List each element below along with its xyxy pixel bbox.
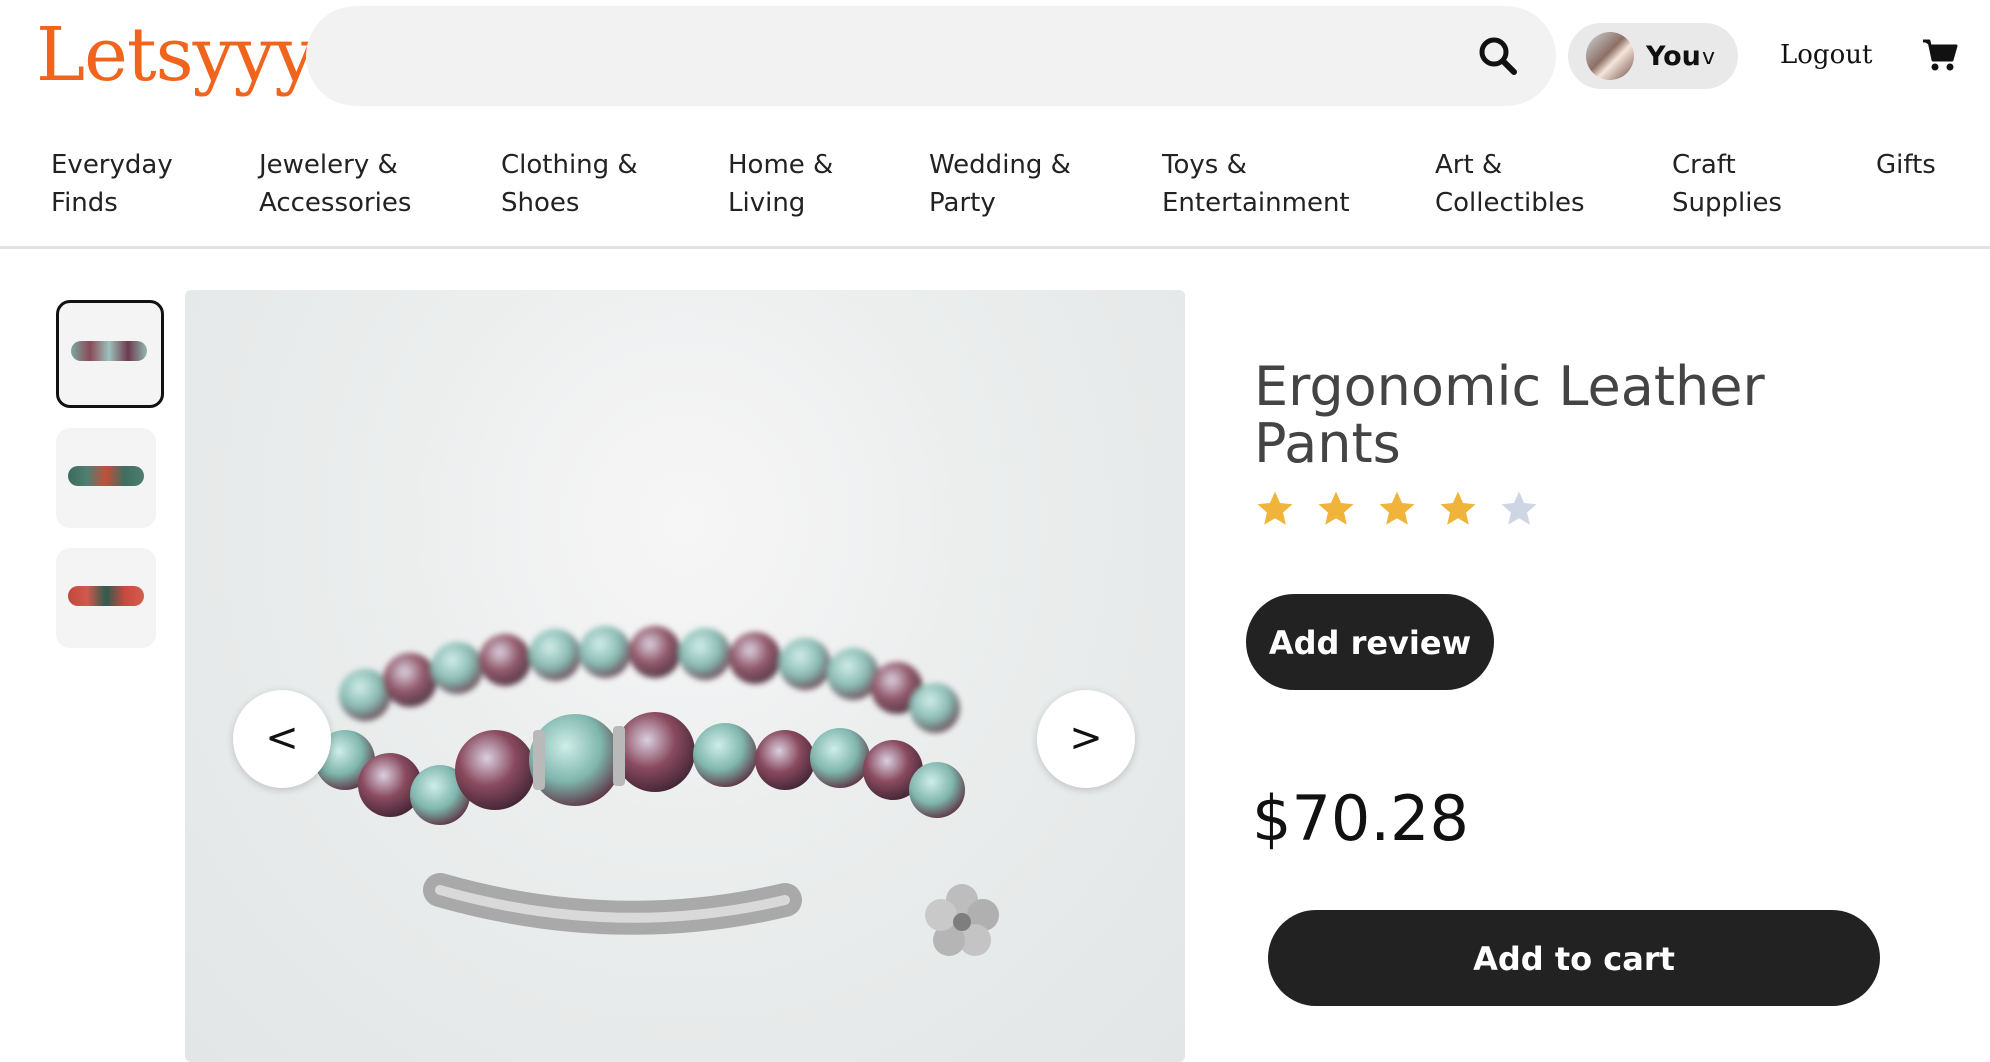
star-filled-icon <box>1257 491 1293 525</box>
bracelet-image <box>315 626 999 956</box>
search-bar <box>306 6 1556 106</box>
product-image: < > <box>185 290 1185 1062</box>
star-empty-icon <box>1501 491 1537 525</box>
user-menu-button[interactable]: You v <box>1568 23 1738 89</box>
add-review-button[interactable]: Add review <box>1246 594 1494 690</box>
next-image-button[interactable]: > <box>1037 690 1135 788</box>
thumbnail-1[interactable] <box>56 300 164 408</box>
category-toys-entertainment[interactable]: Toys & Entertainment <box>1162 146 1350 222</box>
category-everyday-finds[interactable]: Everyday Finds <box>51 146 173 222</box>
category-nav: Everyday Finds Jewelery & Accessories Cl… <box>0 140 1990 249</box>
category-clothing-shoes[interactable]: Clothing & Shoes <box>501 146 638 222</box>
cart-icon <box>1923 39 1958 71</box>
add-to-cart-button[interactable]: Add to cart <box>1268 910 1880 1006</box>
star-filled-icon <box>1440 491 1476 525</box>
user-label: You <box>1646 41 1701 72</box>
thumbnail-2[interactable] <box>56 428 156 528</box>
search-icon <box>1479 37 1517 75</box>
search-input[interactable] <box>346 34 1430 80</box>
avatar <box>1586 32 1634 80</box>
star-filled-icon <box>1379 491 1415 525</box>
logo[interactable]: Letsyyy <box>36 18 316 92</box>
search-button[interactable] <box>1476 34 1520 78</box>
chevron-down-icon: v <box>1702 45 1716 70</box>
thumbnail-3[interactable] <box>56 548 156 648</box>
category-craft-supplies[interactable]: Craft Supplies <box>1672 146 1782 222</box>
star-filled-icon <box>1318 491 1354 525</box>
category-gifts[interactable]: Gifts <box>1876 146 1936 184</box>
category-home-living[interactable]: Home & Living <box>728 146 833 222</box>
category-wedding-party[interactable]: Wedding & Party <box>929 146 1071 222</box>
category-jewelery-accessories[interactable]: Jewelery & Accessories <box>259 146 411 222</box>
category-art-collectibles[interactable]: Art & Collectibles <box>1435 146 1585 222</box>
product-title: Ergonomic Leather Pants <box>1254 355 1765 475</box>
product-price: $70.28 <box>1252 782 1469 855</box>
previous-image-button[interactable]: < <box>233 690 331 788</box>
cart-button[interactable] <box>1922 38 1958 72</box>
logout-link[interactable]: Logout <box>1780 40 1872 70</box>
star-rating <box>1254 488 1554 534</box>
